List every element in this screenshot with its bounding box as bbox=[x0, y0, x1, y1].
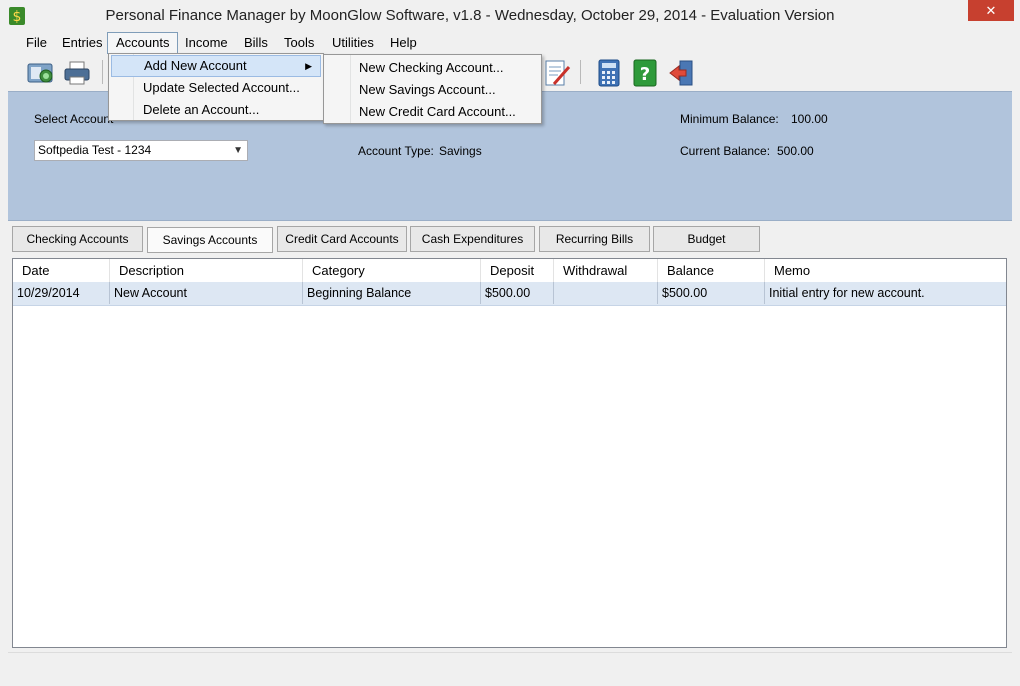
add-account-submenu: New Checking Account... New Savings Acco… bbox=[323, 54, 542, 124]
cell-withdrawal bbox=[554, 282, 658, 304]
menu-item-update-selected-account[interactable]: Update Selected Account... bbox=[111, 77, 321, 99]
account-select[interactable]: Softpedia Test - 1234 ▼ bbox=[34, 140, 248, 161]
chevron-right-icon: ▶ bbox=[305, 61, 312, 71]
account-select-value: Softpedia Test - 1234 bbox=[38, 143, 152, 157]
close-button[interactable]: ✕ bbox=[968, 0, 1014, 21]
cell-deposit: $500.00 bbox=[481, 282, 554, 304]
column-header-memo[interactable]: Memo bbox=[765, 259, 1006, 282]
menu-item-delete-account[interactable]: Delete an Account... bbox=[111, 99, 321, 121]
cell-category: Beginning Balance bbox=[303, 282, 481, 304]
toolbar-separator bbox=[580, 60, 581, 84]
edit-document-icon[interactable] bbox=[542, 58, 572, 88]
title-bar: $ Personal Finance Manager by MoonGlow S… bbox=[0, 0, 1020, 32]
column-header-category[interactable]: Category bbox=[303, 259, 481, 282]
accounts-menu: Add New Account ▶ Update Selected Accoun… bbox=[108, 53, 324, 121]
tab-recurring-bills[interactable]: Recurring Bills bbox=[539, 226, 650, 252]
view-account-icon[interactable] bbox=[26, 58, 56, 88]
column-header-description[interactable]: Description bbox=[110, 259, 303, 282]
menu-utilities[interactable]: Utilities bbox=[324, 32, 382, 54]
menu-bar: File Entries Accounts Income Bills Tools… bbox=[8, 32, 1012, 54]
menu-item-new-credit-card-account[interactable]: New Credit Card Account... bbox=[326, 101, 539, 123]
menu-item-label: Add New Account bbox=[144, 58, 247, 73]
tab-cash-expenditures[interactable]: Cash Expenditures bbox=[410, 226, 535, 252]
menu-entries[interactable]: Entries bbox=[54, 32, 110, 54]
tab-checking-accounts[interactable]: Checking Accounts bbox=[12, 226, 143, 252]
status-bar bbox=[8, 652, 1012, 679]
menu-tools[interactable]: Tools bbox=[276, 32, 322, 54]
column-header-balance[interactable]: Balance bbox=[658, 259, 765, 282]
menu-item-add-new-account[interactable]: Add New Account ▶ bbox=[111, 55, 321, 77]
minimum-balance-value: 100.00 bbox=[791, 112, 828, 126]
svg-text:?: ? bbox=[640, 64, 650, 85]
calculator-icon[interactable] bbox=[594, 58, 624, 88]
chevron-down-icon: ▼ bbox=[233, 145, 243, 156]
tab-credit-card-accounts[interactable]: Credit Card Accounts bbox=[277, 226, 407, 252]
account-type-label: Account Type: bbox=[358, 144, 434, 158]
dollar-app-icon[interactable]: $ bbox=[8, 6, 26, 26]
menu-item-new-savings-account[interactable]: New Savings Account... bbox=[326, 79, 539, 101]
menu-file[interactable]: File bbox=[18, 32, 55, 54]
grid-header: Date Description Category Deposit Withdr… bbox=[13, 259, 1006, 283]
cell-date: 10/29/2014 bbox=[13, 282, 110, 304]
printer-icon[interactable] bbox=[62, 58, 92, 88]
window-title: Personal Finance Manager by MoonGlow Sof… bbox=[105, 7, 835, 24]
svg-text:$: $ bbox=[13, 9, 22, 25]
column-header-date[interactable]: Date bbox=[13, 259, 110, 282]
current-balance-label: Current Balance: bbox=[680, 144, 771, 158]
table-row[interactable]: 10/29/2014 New Account Beginning Balance… bbox=[13, 282, 1006, 306]
minimum-balance-label: Minimum Balance: bbox=[680, 112, 779, 126]
select-account-label: Select Account bbox=[34, 112, 114, 126]
toolbar-separator bbox=[102, 60, 103, 84]
menu-income[interactable]: Income bbox=[177, 32, 236, 54]
transactions-grid[interactable]: Date Description Category Deposit Withdr… bbox=[12, 258, 1007, 648]
tab-budget[interactable]: Budget bbox=[653, 226, 760, 252]
help-icon[interactable]: ? bbox=[630, 58, 660, 88]
menu-help[interactable]: Help bbox=[382, 32, 425, 54]
account-tabs: Checking Accounts Savings Accounts Credi… bbox=[8, 226, 1012, 254]
column-header-deposit[interactable]: Deposit bbox=[481, 259, 554, 282]
tab-savings-accounts[interactable]: Savings Accounts bbox=[147, 227, 273, 253]
cell-description: New Account bbox=[110, 282, 303, 304]
cell-memo: Initial entry for new account. bbox=[769, 286, 925, 300]
exit-icon[interactable] bbox=[666, 58, 696, 88]
menu-bills[interactable]: Bills bbox=[236, 32, 276, 54]
menu-accounts[interactable]: Accounts bbox=[107, 32, 179, 54]
account-type-value: Savings bbox=[439, 144, 482, 158]
column-header-withdrawal[interactable]: Withdrawal bbox=[554, 259, 658, 282]
menu-item-new-checking-account[interactable]: New Checking Account... bbox=[326, 57, 539, 79]
current-balance-value: 500.00 bbox=[777, 144, 814, 158]
cell-balance: $500.00 bbox=[658, 282, 765, 304]
